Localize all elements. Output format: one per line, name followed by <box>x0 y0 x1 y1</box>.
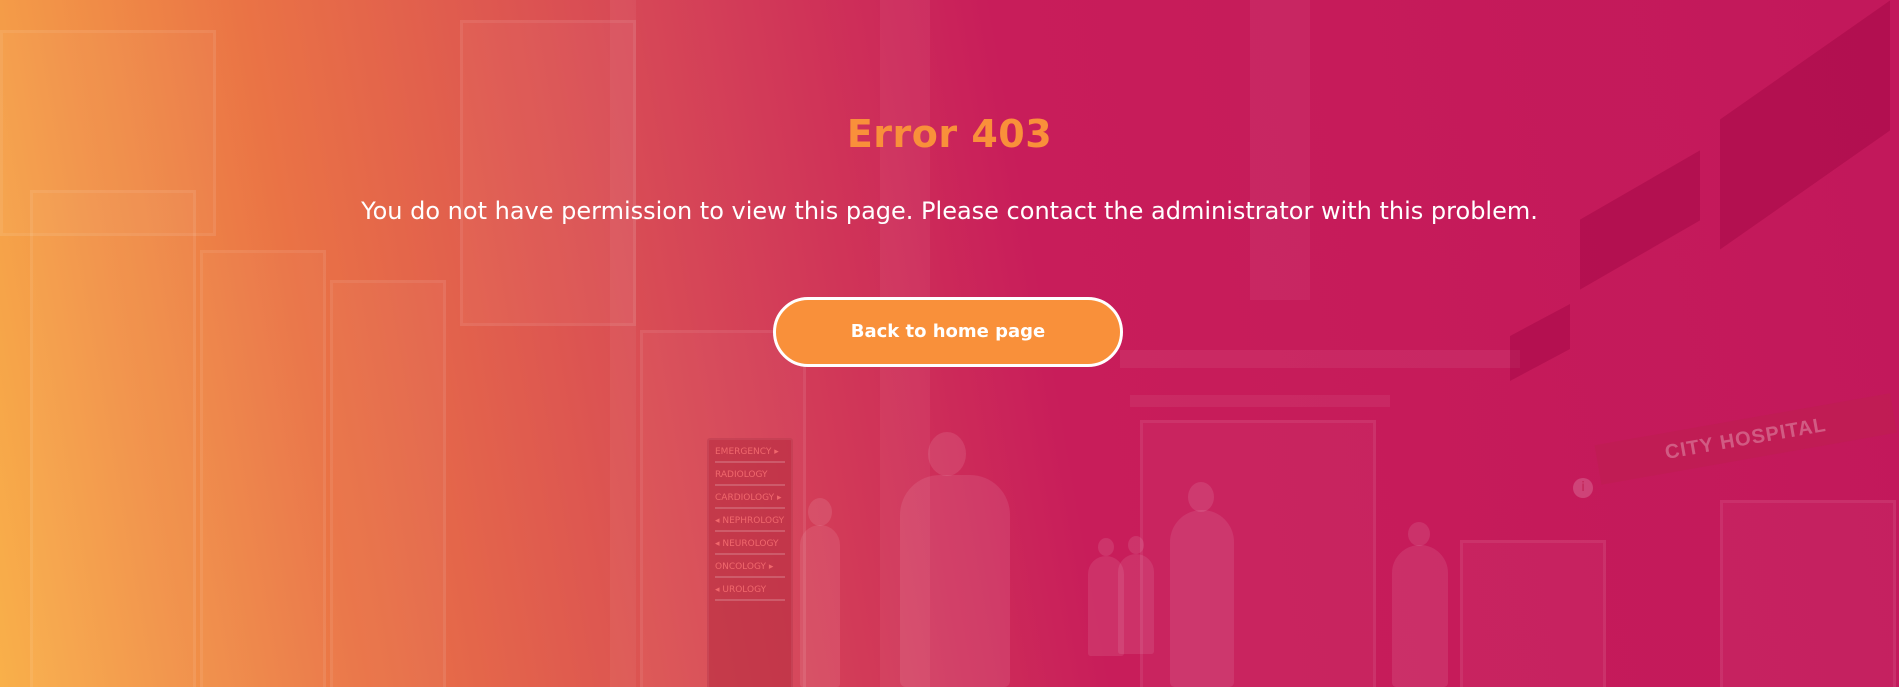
background-beam <box>1130 395 1390 407</box>
background-person <box>1118 554 1154 654</box>
sign-row: ONCOLOGY ▸ <box>715 558 785 578</box>
background-beam <box>1120 350 1520 368</box>
error-page: EMERGENCY ▸ RADIOLOGY CARDIOLOGY ▸ ◂ NEP… <box>0 0 1899 687</box>
background-person <box>900 475 1010 687</box>
error-message: You do not have permission to view this … <box>361 197 1538 225</box>
background-window <box>30 190 196 687</box>
background-window <box>1140 420 1376 687</box>
background-person-head <box>1188 482 1214 512</box>
background-window <box>640 330 806 687</box>
sign-row: ◂ UROLOGY <box>715 581 785 601</box>
background-pillar <box>610 0 636 687</box>
sign-row: ◂ NEUROLOGY <box>715 535 785 555</box>
hospital-banner: CITY HOSPITAL <box>1594 393 1897 485</box>
info-icon: i <box>1573 478 1593 498</box>
background-person <box>1392 545 1448 687</box>
background-window <box>200 250 326 687</box>
sign-row: RADIOLOGY <box>715 466 785 486</box>
background-person <box>1088 556 1124 656</box>
background-person-head <box>1408 522 1430 546</box>
directory-sign: EMERGENCY ▸ RADIOLOGY CARDIOLOGY ▸ ◂ NEP… <box>707 438 793 687</box>
background-person-head <box>1098 538 1114 556</box>
background-window <box>1720 500 1896 687</box>
sign-row: ◂ NEPHROLOGY <box>715 512 785 532</box>
background-window <box>460 20 636 326</box>
background-person-head <box>928 432 966 476</box>
back-to-home-button[interactable]: Back to home page <box>773 297 1123 367</box>
background-window <box>330 280 446 687</box>
background-person-head <box>808 498 832 526</box>
background-person <box>1170 510 1234 687</box>
background-person <box>800 525 840 687</box>
error-title: Error 403 <box>846 112 1053 156</box>
sign-row: CARDIOLOGY ▸ <box>715 489 785 509</box>
sign-row: EMERGENCY ▸ <box>715 443 785 463</box>
background-window <box>1460 540 1606 687</box>
background-panel <box>1510 304 1570 381</box>
background-person-head <box>1128 536 1144 554</box>
